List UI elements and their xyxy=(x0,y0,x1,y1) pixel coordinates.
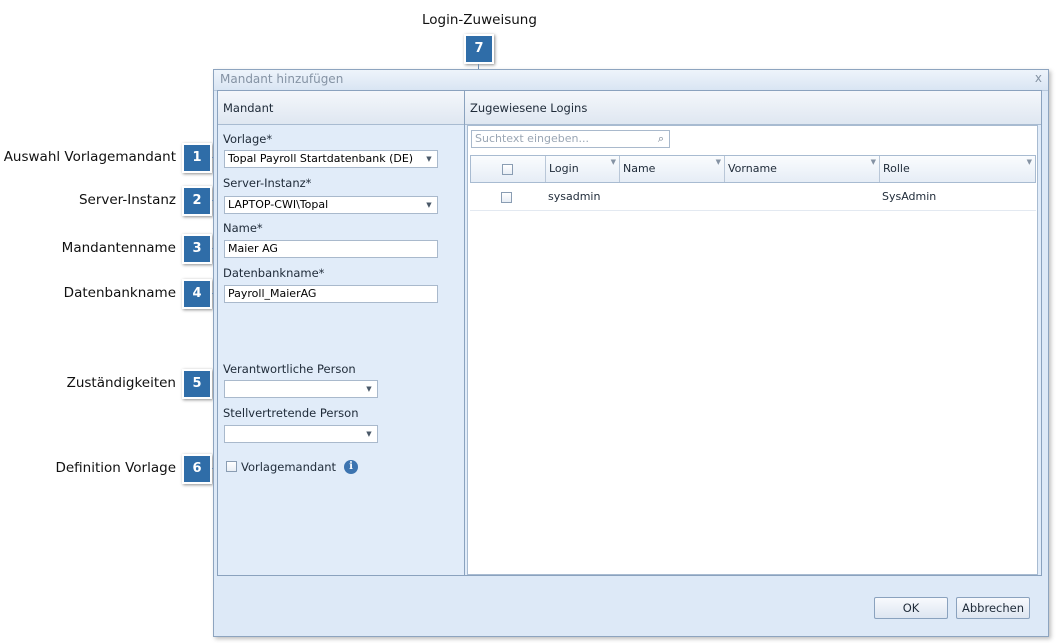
callout-label-3: Mandantenname xyxy=(61,240,176,256)
deputy-person-label: Stellvertretende Person xyxy=(223,406,359,420)
row-select-checkbox[interactable] xyxy=(501,192,512,203)
callout-badge-2: 2 xyxy=(182,186,212,216)
callout-badge-3: 3 xyxy=(182,234,212,264)
template-client-checkbox[interactable] xyxy=(226,461,237,472)
close-icon[interactable]: x xyxy=(1035,71,1042,85)
callout-label-5: Zuständigkeiten xyxy=(66,375,176,391)
search-input[interactable]: Suchtext eingeben... ⌕ xyxy=(471,130,670,148)
callout-badge-1: 1 xyxy=(182,143,212,173)
select-all-checkbox[interactable] xyxy=(502,164,513,175)
callout-badge-6: 6 xyxy=(182,454,212,484)
ok-button[interactable]: OK xyxy=(874,597,948,619)
server-instance-value: LAPTOP-CWI\Topal xyxy=(228,198,329,211)
search-icon: ⌕ xyxy=(657,132,665,145)
client-panel-header: Mandant xyxy=(218,91,464,125)
database-name-input[interactable]: Payroll_MaierAG xyxy=(224,285,438,303)
cancel-button[interactable]: Abbrechen xyxy=(956,597,1030,619)
column-header-login[interactable]: Login ▼ xyxy=(546,156,620,182)
server-instance-label: Server-Instanz* xyxy=(223,176,312,190)
assigned-logins-header: Zugewiesene Logins xyxy=(465,91,1041,125)
chevron-down-icon: ▼ xyxy=(366,385,372,393)
info-icon[interactable]: i xyxy=(344,460,358,474)
server-instance-dropdown[interactable]: LAPTOP-CWI\Topal ▼ xyxy=(224,196,438,214)
database-name-label: Datenbankname* xyxy=(223,266,325,280)
callout-label-2: Server-Instanz xyxy=(78,192,176,208)
template-label: Vorlage* xyxy=(223,132,273,146)
column-header-rolle[interactable]: Rolle ▼ xyxy=(880,156,1035,182)
filter-icon[interactable]: ▼ xyxy=(1027,158,1032,166)
template-dropdown[interactable]: Topal Payroll Startdatenbank (DE) ▼ xyxy=(224,150,438,168)
column-header-name[interactable]: Name ▼ xyxy=(620,156,725,182)
row-login: sysadmin xyxy=(548,190,601,203)
callout-label-1: Auswahl Vorlagemandant xyxy=(3,149,176,165)
callout-label-7: Login-Zuweisung xyxy=(422,12,537,28)
template-client-label: Vorlagemandant xyxy=(241,460,337,474)
filter-icon[interactable]: ▼ xyxy=(871,158,876,166)
responsible-person-dropdown[interactable]: ▼ xyxy=(224,380,378,398)
table-row[interactable]: sysadmin SysAdmin xyxy=(470,184,1036,211)
add-client-dialog: Mandant hinzufügen x Mandant Vorlage* To… xyxy=(213,69,1049,637)
callout-label-4: Datenbankname xyxy=(63,285,176,301)
logins-grid: Suchtext eingeben... ⌕ Login ▼ Name ▼ Vo… xyxy=(467,125,1038,575)
select-all-column xyxy=(471,156,546,182)
client-panel: Mandant Vorlage* Topal Payroll Startdate… xyxy=(217,90,465,576)
name-label: Name* xyxy=(223,221,263,235)
callout-label-6: Definition Vorlage xyxy=(55,460,176,476)
callout-badge-4: 4 xyxy=(182,279,212,309)
client-panel-title: Mandant xyxy=(223,101,274,115)
chevron-down-icon: ▼ xyxy=(426,155,432,163)
assigned-logins-panel: Zugewiesene Logins Suchtext eingeben... … xyxy=(464,90,1042,576)
filter-icon[interactable]: ▼ xyxy=(611,158,616,166)
assigned-logins-title: Zugewiesene Logins xyxy=(470,101,588,115)
callout-badge-7: 7 xyxy=(464,34,494,64)
deputy-person-dropdown[interactable]: ▼ xyxy=(224,425,378,443)
search-placeholder: Suchtext eingeben... xyxy=(475,132,589,145)
chevron-down-icon: ▼ xyxy=(366,430,372,438)
dialog-titlebar[interactable]: Mandant hinzufügen x xyxy=(214,70,1048,91)
responsible-person-label: Verantwortliche Person xyxy=(223,362,356,376)
grid-header-row: Login ▼ Name ▼ Vorname ▼ Rolle ▼ xyxy=(470,155,1036,183)
chevron-down-icon: ▼ xyxy=(426,201,432,209)
row-rolle: SysAdmin xyxy=(882,190,937,203)
column-header-vorname[interactable]: Vorname ▼ xyxy=(725,156,880,182)
name-input[interactable]: Maier AG xyxy=(224,240,438,258)
callout-badge-5: 5 xyxy=(182,369,212,399)
filter-icon[interactable]: ▼ xyxy=(716,158,721,166)
dialog-title: Mandant hinzufügen xyxy=(220,72,344,86)
template-value: Topal Payroll Startdatenbank (DE) xyxy=(228,152,414,165)
